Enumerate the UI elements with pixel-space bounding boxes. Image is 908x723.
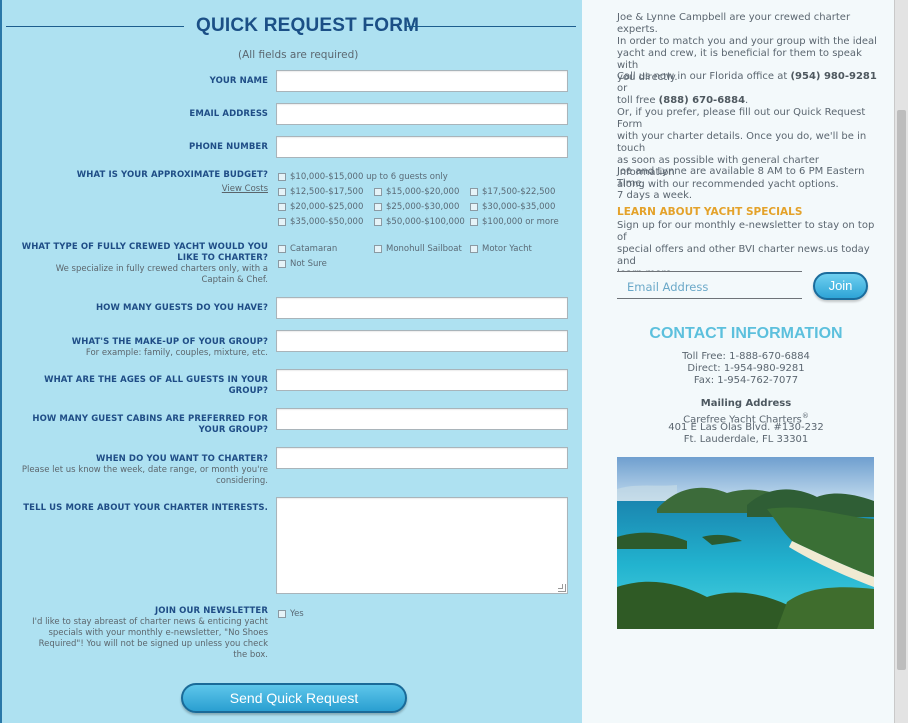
resize-handle-icon[interactable] bbox=[558, 584, 566, 592]
form-title-row: QUICK REQUEST FORM bbox=[6, 14, 580, 40]
newsletter-checkbox[interactable]: Yes bbox=[278, 609, 304, 619]
budget-option-35000[interactable]: $35,000-$50,000 bbox=[278, 217, 363, 227]
checkbox[interactable] bbox=[374, 203, 382, 211]
yacht-option-motor[interactable]: Motor Yacht bbox=[470, 244, 532, 254]
checkbox[interactable] bbox=[278, 260, 286, 268]
checkbox[interactable] bbox=[278, 245, 286, 253]
guests-label: HOW MANY GUESTS DO YOU HAVE? bbox=[95, 303, 268, 313]
makeup-label: WHAT'S THE MAKE-UP OF YOUR GROUP? bbox=[71, 337, 268, 347]
budget-option-20000[interactable]: $20,000-$25,000 bbox=[278, 202, 363, 212]
specials-heading: LEARN ABOUT YACHT SPECIALS bbox=[617, 206, 803, 218]
checkbox[interactable] bbox=[278, 610, 286, 618]
checkbox[interactable] bbox=[374, 245, 382, 253]
bay-photo-image bbox=[617, 457, 874, 629]
interests-textarea[interactable] bbox=[276, 497, 568, 594]
quick-request-form: QUICK REQUEST FORM (All fields are requi… bbox=[0, 0, 582, 723]
ages-label: WHAT ARE THE AGES OF ALL GUESTS IN YOUR … bbox=[44, 375, 268, 396]
name-field[interactable] bbox=[276, 70, 568, 92]
name-label: YOUR NAME bbox=[209, 76, 268, 86]
contact-heading: CONTACT INFORMATION bbox=[649, 325, 843, 342]
call-text: Call us now in our Florida office at (95… bbox=[617, 71, 877, 106]
budget-option-25000[interactable]: $25,000-$30,000 bbox=[374, 202, 459, 212]
budget-option-10000[interactable]: $10,000-$15,000 up to 6 guests only bbox=[278, 172, 448, 182]
makeup-sub: For example: family, couples, mixture, e… bbox=[85, 348, 268, 358]
address-line-1: 401 E Las Olas Blvd. #130-232 bbox=[668, 422, 824, 433]
budget-option-100000[interactable]: $100,000 or more bbox=[470, 217, 559, 227]
when-sub: Please let us know the week, date range,… bbox=[21, 465, 268, 486]
newsletter-email-input[interactable]: Email Address bbox=[617, 271, 802, 299]
checkbox[interactable] bbox=[374, 218, 382, 226]
ages-field[interactable] bbox=[276, 369, 568, 391]
guests-field[interactable] bbox=[276, 297, 568, 319]
mailing-heading: Mailing Address bbox=[700, 398, 792, 409]
bay-photo bbox=[617, 457, 874, 629]
checkbox[interactable] bbox=[470, 188, 478, 196]
view-costs-link[interactable]: View Costs bbox=[222, 184, 268, 194]
newsletter-sub: I'd like to stay abreast of charter news… bbox=[32, 617, 268, 660]
fax-line: Fax: 1-954-762-7077 bbox=[693, 375, 799, 386]
phone-field[interactable] bbox=[276, 136, 568, 158]
title-rule-right bbox=[406, 26, 576, 27]
when-label: WHEN DO YOU WANT TO CHARTER? bbox=[96, 454, 268, 464]
email-label: EMAIL ADDRESS bbox=[189, 109, 268, 119]
direct-line: Direct: 1-954-980-9281 bbox=[687, 363, 805, 374]
toll-free-phone: (888) 670-6884 bbox=[658, 95, 746, 106]
join-button[interactable]: Join bbox=[813, 272, 868, 300]
checkbox[interactable] bbox=[278, 218, 286, 226]
budget-option-50000[interactable]: $50,000-$100,000 bbox=[374, 217, 465, 227]
budget-label: WHAT IS YOUR APPROXIMATE BUDGET? bbox=[76, 170, 268, 180]
required-note: (All fields are required) bbox=[238, 49, 359, 61]
makeup-field[interactable] bbox=[276, 330, 568, 352]
toll-free-line: Toll Free: 1-888-670-6884 bbox=[682, 351, 810, 362]
checkbox[interactable] bbox=[470, 218, 478, 226]
budget-option-15000[interactable]: $15,000-$20,000 bbox=[374, 187, 459, 197]
yacht-option-catamaran[interactable]: Catamaran bbox=[278, 244, 337, 254]
page-scrollbar[interactable] bbox=[894, 0, 908, 723]
email-field[interactable] bbox=[276, 103, 568, 125]
checkbox[interactable] bbox=[278, 203, 286, 211]
form-title: QUICK REQUEST FORM bbox=[196, 15, 420, 36]
budget-option-17500[interactable]: $17,500-$22,500 bbox=[470, 187, 555, 197]
registered-mark: ® bbox=[801, 412, 809, 420]
checkbox[interactable] bbox=[470, 245, 478, 253]
when-field[interactable] bbox=[276, 447, 568, 469]
sidebar: Joe & Lynne Campbell are your crewed cha… bbox=[582, 0, 894, 723]
yacht-type-sub: We specialize in fully crewed charters o… bbox=[55, 264, 268, 285]
interests-label: TELL US MORE ABOUT YOUR CHARTER INTEREST… bbox=[23, 503, 268, 513]
yacht-option-monohull[interactable]: Monohull Sailboat bbox=[374, 244, 462, 254]
hours-text: Joe and Lynne are available 8 AM to 6 PM… bbox=[617, 166, 865, 201]
title-rule-left bbox=[6, 26, 184, 27]
phone-label: PHONE NUMBER bbox=[189, 142, 268, 152]
cabins-field[interactable] bbox=[276, 408, 568, 430]
yacht-type-label: WHAT TYPE OF FULLY CREWED YACHT WOULD YO… bbox=[21, 242, 268, 263]
checkbox[interactable] bbox=[470, 203, 478, 211]
checkbox[interactable] bbox=[374, 188, 382, 196]
yacht-option-not-sure[interactable]: Not Sure bbox=[278, 259, 327, 269]
newsletter-label: JOIN OUR NEWSLETTER bbox=[155, 606, 268, 616]
checkbox[interactable] bbox=[278, 173, 286, 181]
scrollbar-thumb[interactable] bbox=[897, 110, 906, 670]
checkbox[interactable] bbox=[278, 188, 286, 196]
budget-option-12500[interactable]: $12,500-$17,500 bbox=[278, 187, 363, 197]
budget-option-30000[interactable]: $30,000-$35,000 bbox=[470, 202, 555, 212]
cabins-label: HOW MANY GUEST CABINS ARE PREFERRED FOR … bbox=[32, 414, 268, 435]
address-line-2: Ft. Lauderdale, FL 33301 bbox=[683, 434, 809, 445]
send-quick-request-button[interactable]: Send Quick Request bbox=[181, 683, 407, 713]
office-phone: (954) 980-9281 bbox=[790, 71, 877, 82]
